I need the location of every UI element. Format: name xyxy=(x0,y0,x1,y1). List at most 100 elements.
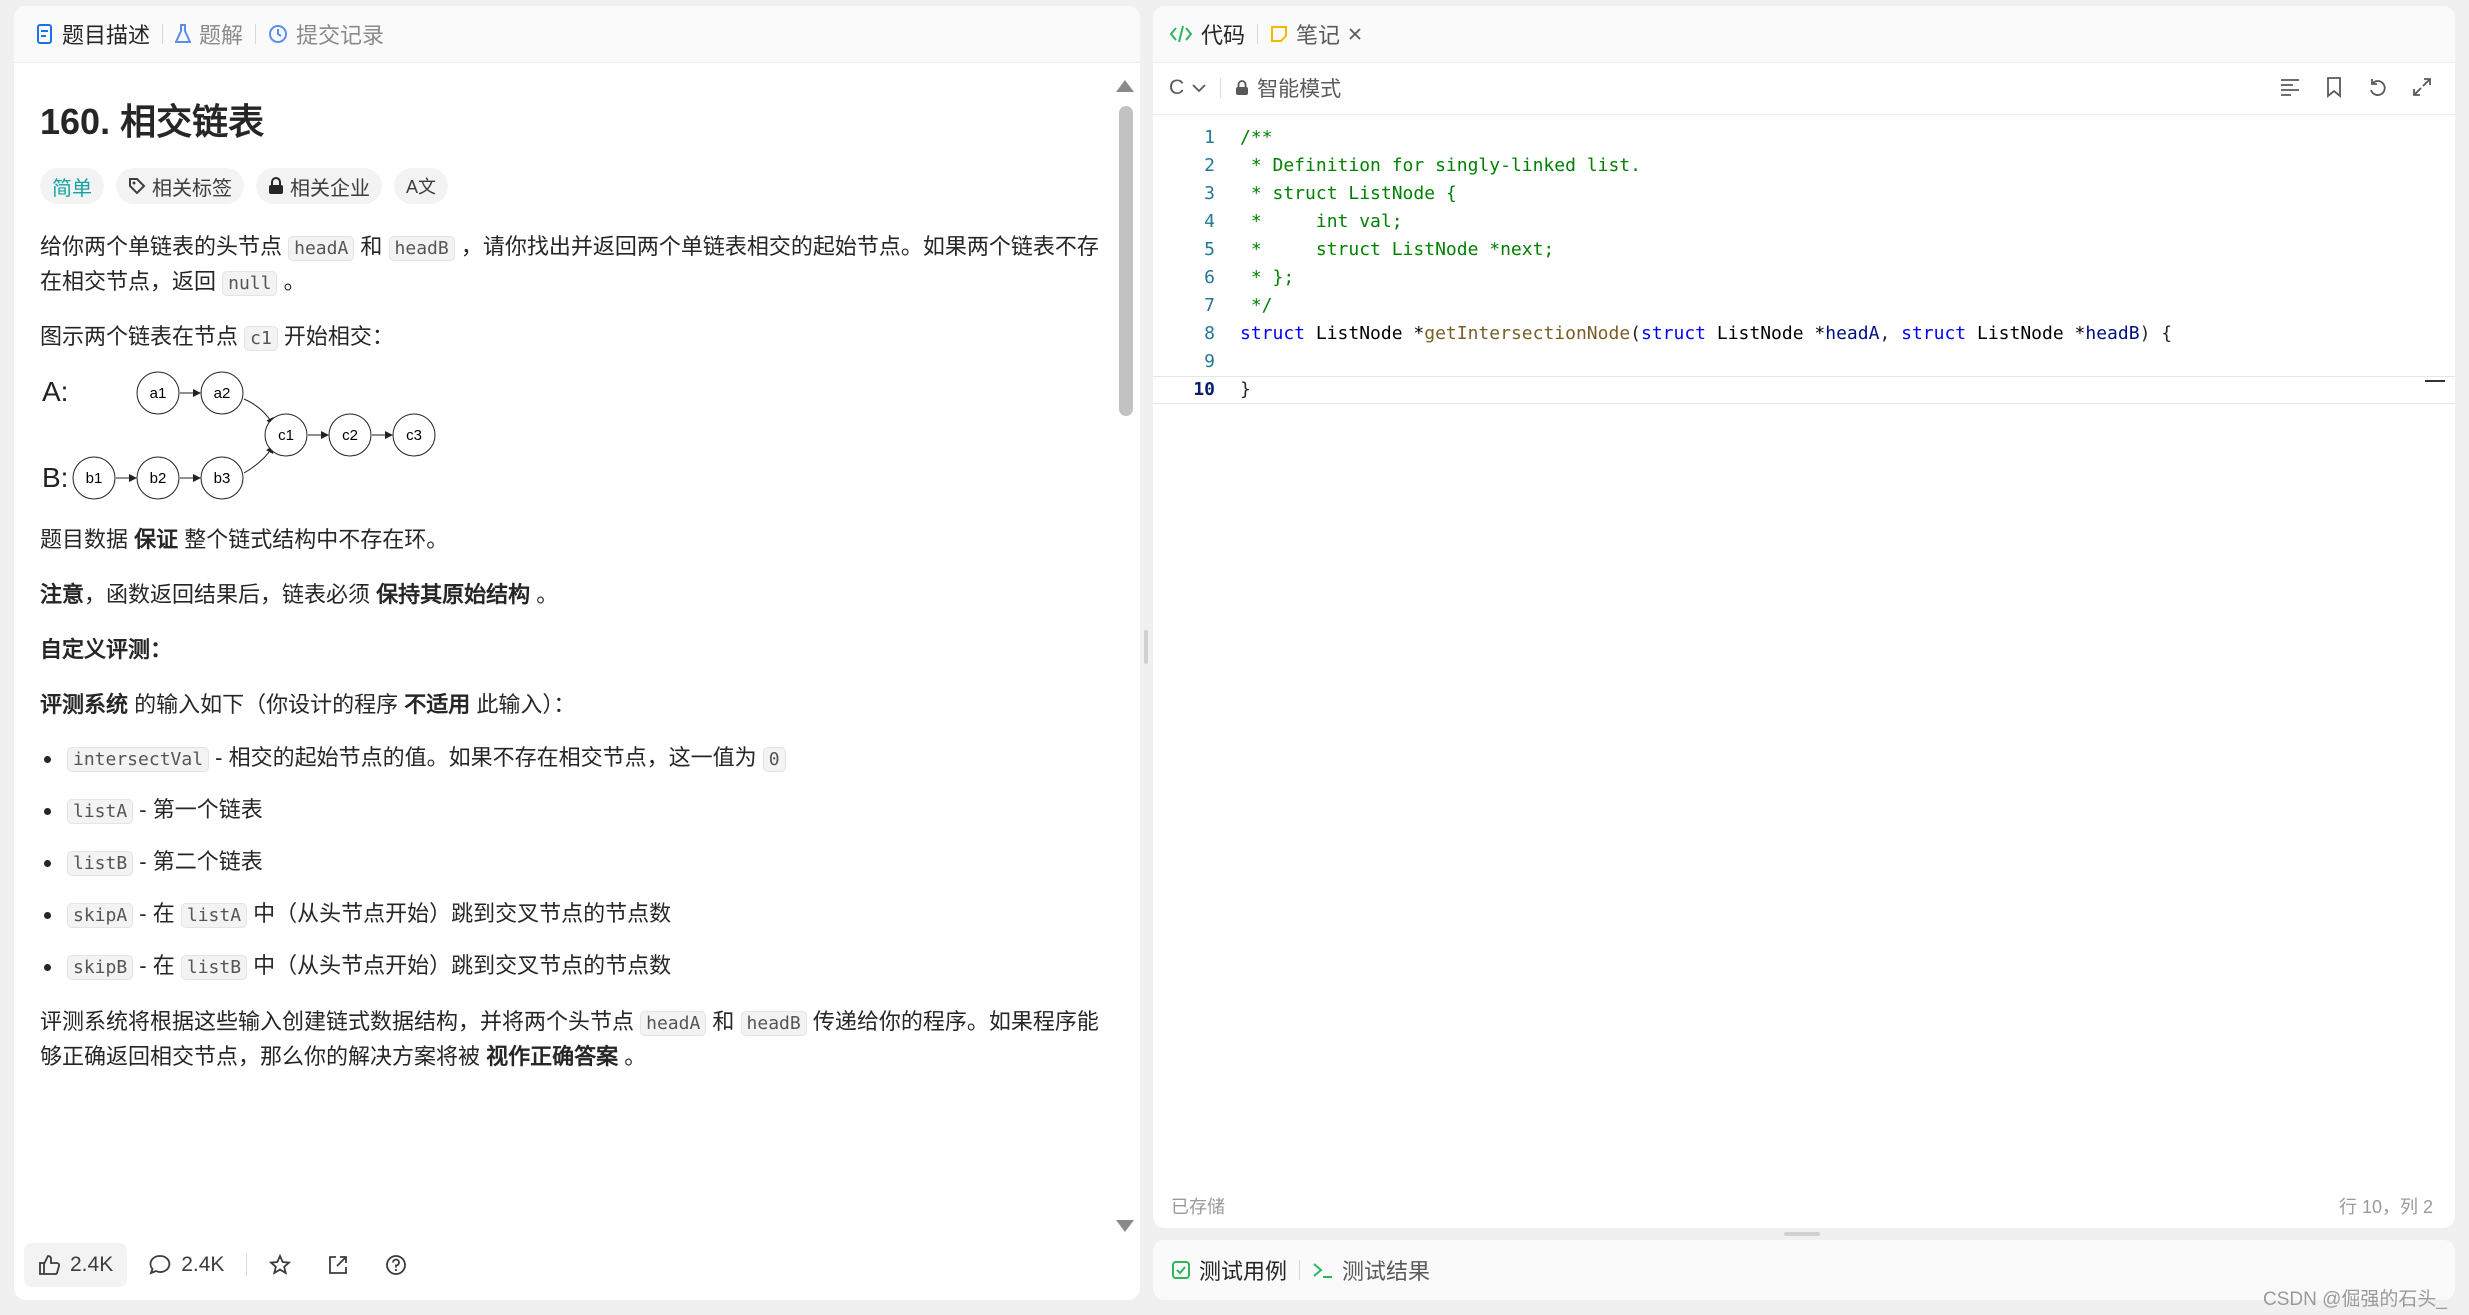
line-number: 8 xyxy=(1204,323,1215,344)
close-icon[interactable] xyxy=(1348,27,1362,41)
code-icon xyxy=(1169,25,1193,43)
tab-solutions[interactable]: 题解 xyxy=(175,6,243,62)
editor-panel: 代码 笔记 C 智能模式 1 /** 2 * Definition for sin… xyxy=(1153,6,2455,1228)
code-text: * int val; xyxy=(1240,211,1403,232)
bold-text: 不适用 xyxy=(404,692,471,717)
tab-submissions-label: 提交记录 xyxy=(296,23,385,48)
text: - 在 xyxy=(133,953,181,978)
text: 图示两个链表在节点 xyxy=(40,324,245,349)
bookmark-icon[interactable] xyxy=(2323,76,2345,98)
related-tags-label: 相关标签 xyxy=(152,177,232,200)
overview-ruler-marker xyxy=(2425,380,2445,382)
bottom-tabbar: 测试用例 测试结果 xyxy=(1153,1240,2455,1300)
vertical-scrollbar[interactable] xyxy=(1116,76,1136,1236)
comments-button[interactable]: 2.4K xyxy=(135,1243,238,1287)
punct: , xyxy=(1879,323,1902,344)
code-line: 2 * Definition for singly-linked list. xyxy=(1153,152,2455,180)
inline-code: intersectVal xyxy=(67,747,210,772)
list-item: intersectVal - 相交的起始节点的值。如果不存在相交节点，这一值为 … xyxy=(40,741,1100,777)
history-icon xyxy=(269,25,288,43)
related-companies-button[interactable]: 相关企业 xyxy=(256,168,382,204)
text: 中（从头节点开始）跳到交叉节点的节点数 xyxy=(247,953,672,978)
checkbox-icon xyxy=(1172,1261,1190,1279)
line-number: 6 xyxy=(1204,267,1215,288)
tab-notes-label: 笔记 xyxy=(1296,23,1341,48)
code-text: * struct ListNode *next; xyxy=(1240,239,1555,260)
line-number: 7 xyxy=(1204,295,1215,316)
difficulty-label: 简单 xyxy=(52,177,92,200)
line-number: 9 xyxy=(1204,351,1215,372)
tab-testcases[interactable]: 测试用例 xyxy=(1171,1240,1287,1300)
line-number: 5 xyxy=(1204,239,1215,260)
divider xyxy=(1299,1260,1301,1280)
right-tabbar: 代码 笔记 xyxy=(1153,6,2455,63)
star-icon xyxy=(269,1254,292,1275)
tab-description-label: 题目描述 xyxy=(62,23,151,48)
line-number: 1 xyxy=(1204,127,1215,148)
scroll-thumb[interactable] xyxy=(1119,106,1133,416)
lock-icon xyxy=(1236,80,1249,95)
current-code-line: 10} xyxy=(1153,376,2455,404)
divider xyxy=(255,24,257,44)
node-label: c2 xyxy=(342,427,358,444)
cursor-position: 行 10，列 2 xyxy=(2338,1197,2433,1217)
help-button[interactable] xyxy=(371,1243,421,1287)
vertical-resize-handle[interactable] xyxy=(1784,1232,1820,1236)
text: ，函数返回结果后，链表必须 xyxy=(84,582,377,607)
tab-notes[interactable]: 笔记 xyxy=(1270,6,1362,62)
inline-code: null xyxy=(222,271,278,296)
related-companies-label: 相关企业 xyxy=(290,177,370,200)
code-line: 7 */ xyxy=(1153,292,2455,320)
comment-count: 2.4K xyxy=(181,1253,225,1276)
share-button[interactable] xyxy=(313,1243,363,1287)
format-icon[interactable] xyxy=(2279,76,2301,98)
code-editor[interactable]: 1 /** 2 * Definition for singly-linked li… xyxy=(1153,124,2455,424)
language-select[interactable]: C xyxy=(1169,76,1206,100)
reset-icon[interactable] xyxy=(2367,76,2389,98)
node-label: b1 xyxy=(86,470,103,487)
document-icon xyxy=(37,24,52,44)
favorite-button[interactable] xyxy=(255,1243,305,1287)
fullscreen-icon[interactable] xyxy=(2411,76,2433,98)
inline-code: skipB xyxy=(67,955,134,980)
pane-resize-handle[interactable] xyxy=(1144,630,1148,664)
left-tabbar: 题目描述 题解 提交记录 xyxy=(14,6,1140,63)
edge xyxy=(243,398,274,426)
node-a1: a1 xyxy=(136,371,180,415)
param-name: headA xyxy=(1825,323,1880,344)
editor-status-bar: 已存储 行 10，列 2 xyxy=(1153,1184,2455,1228)
node-b2: b2 xyxy=(136,456,180,500)
judge-intro: 评测系统 的输入如下（你设计的程序 不适用 此输入）： xyxy=(40,688,1100,721)
label-b: B: xyxy=(42,462,68,493)
tab-testcases-label: 测试用例 xyxy=(1199,1259,1288,1284)
node-label: a2 xyxy=(214,385,231,402)
node-b3: b3 xyxy=(200,456,244,500)
inline-code: headA xyxy=(288,236,355,261)
thumbs-up-icon xyxy=(39,1255,60,1275)
note-icon xyxy=(1271,26,1288,42)
text: 开始相交： xyxy=(277,324,394,349)
problem-intro: 给你两个单链表的头节点 headA 和 headB ，请你找出并返回两个单链表相… xyxy=(40,230,1100,300)
tab-submissions[interactable]: 提交记录 xyxy=(268,6,384,62)
code-line: 9 xyxy=(1153,348,2455,376)
problem-footer: 2.4K 2.4K xyxy=(14,1230,1140,1300)
tab-test-result[interactable]: 测试结果 xyxy=(1312,1240,1430,1300)
text: 给你两个单链表的头节点 xyxy=(40,234,289,259)
type-text: ListNode * xyxy=(1305,323,1425,344)
tab-description[interactable]: 题目描述 xyxy=(36,6,150,62)
node-label: b2 xyxy=(150,470,167,487)
divider xyxy=(246,1254,248,1276)
related-tags-button[interactable]: 相关标签 xyxy=(116,168,244,204)
language-label: C xyxy=(1169,76,1185,99)
list-item: skipA - 在 listA 中（从头节点开始）跳到交叉节点的节点数 xyxy=(40,897,1100,933)
diagram-intro: 图示两个链表在节点 c1 开始相交： xyxy=(40,320,1100,355)
translate-button[interactable]: A文 xyxy=(394,168,449,204)
scroll-up-arrow[interactable] xyxy=(1116,80,1134,92)
smart-mode-toggle[interactable]: 智能模式 xyxy=(1257,73,1341,103)
like-button[interactable]: 2.4K xyxy=(24,1243,128,1287)
code-line: 6 * }; xyxy=(1153,264,2455,292)
text: 此输入）： xyxy=(470,692,576,717)
difficulty-badge[interactable]: 简单 xyxy=(40,168,104,204)
tab-code[interactable]: 代码 xyxy=(1169,6,1245,62)
tab-test-result-label: 测试结果 xyxy=(1342,1259,1431,1284)
